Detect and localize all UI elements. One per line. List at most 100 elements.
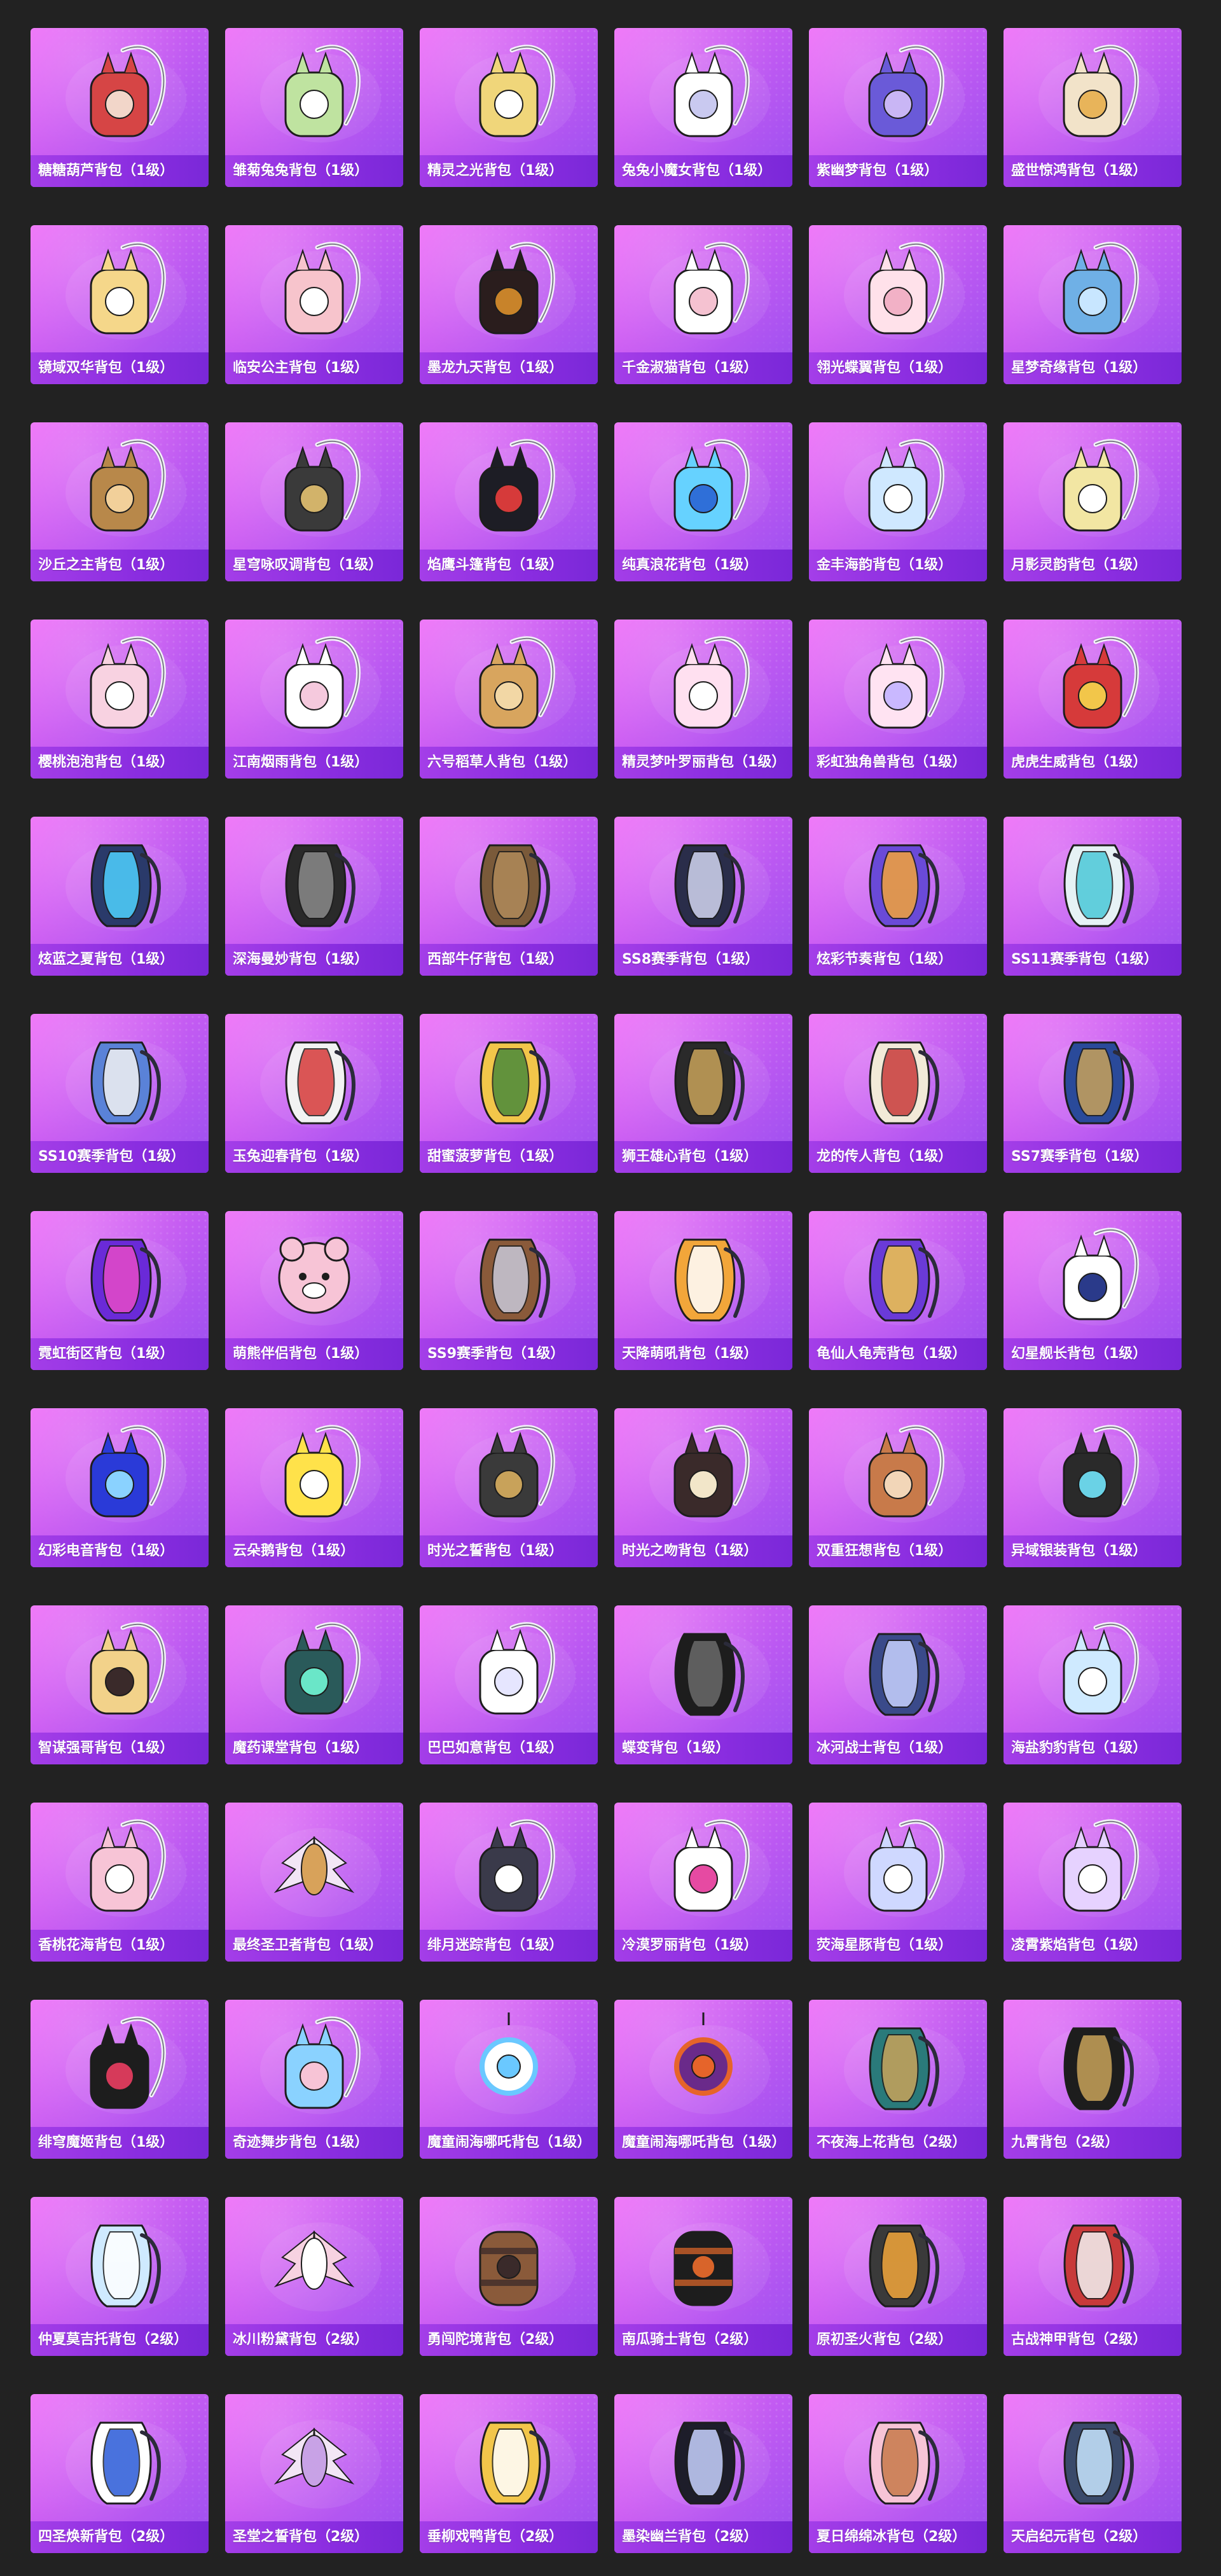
- backpack-card[interactable]: SS8赛季背包（1级）: [614, 817, 792, 976]
- backpack-card[interactable]: 深海曼妙背包（1级）: [225, 817, 403, 976]
- backpack-icon: [614, 28, 792, 155]
- backpack-card[interactable]: SS11赛季背包（1级）: [1004, 817, 1182, 976]
- backpack-icon: [420, 225, 598, 352]
- backpack-card[interactable]: 绯月迷踪背包（1级）: [420, 1803, 598, 1962]
- backpack-card[interactable]: 翎光蝶翼背包（1级）: [809, 225, 987, 384]
- backpack-card[interactable]: 六号稻草人背包（1级）: [420, 620, 598, 779]
- backpack-icon: [225, 2000, 403, 2127]
- backpack-card[interactable]: 圣堂之誓背包（2级）: [225, 2394, 403, 2553]
- backpack-card[interactable]: 狮王雄心背包（1级）: [614, 1014, 792, 1173]
- backpack-card[interactable]: 霓虹街区背包（1级）: [31, 1211, 209, 1370]
- backpack-card[interactable]: 萌熊伴侣背包（1级）: [225, 1211, 403, 1370]
- backpack-card[interactable]: 炫蓝之夏背包（1级）: [31, 817, 209, 976]
- backpack-card[interactable]: 彩虹独角兽背包（1级）: [809, 620, 987, 779]
- backpack-card[interactable]: 沙丘之主背包（1级）: [31, 422, 209, 581]
- backpack-card[interactable]: 金丰海韵背包（1级）: [809, 422, 987, 581]
- backpack-name: 沙丘之主背包（1级）: [38, 557, 174, 573]
- backpack-card[interactable]: 炫彩节奏背包（1级）: [809, 817, 987, 976]
- backpack-name: 金丰海韵背包（1级）: [817, 557, 953, 573]
- backpack-card[interactable]: 西部牛仔背包（1级）: [420, 817, 598, 976]
- backpack-card[interactable]: 时光之吻背包（1级）: [614, 1408, 792, 1567]
- backpack-card[interactable]: 蝶变背包（1级）: [614, 1605, 792, 1764]
- backpack-card[interactable]: 樱桃泡泡背包（1级）: [31, 620, 209, 779]
- backpack-card[interactable]: 糖糖葫芦背包（1级）: [31, 28, 209, 187]
- backpack-card[interactable]: 星穹咏叹调背包（1级）: [225, 422, 403, 581]
- backpack-card[interactable]: 奇迹舞步背包（1级）: [225, 2000, 403, 2159]
- backpack-card[interactable]: 云朵鹅背包（1级）: [225, 1408, 403, 1567]
- backpack-card[interactable]: 龟仙人龟壳背包（1级）: [809, 1211, 987, 1370]
- backpack-name: 绯穹魔姬背包（1级）: [38, 2135, 174, 2150]
- backpack-card[interactable]: 纯真浪花背包（1级）: [614, 422, 792, 581]
- backpack-icon: [809, 225, 987, 352]
- backpack-card[interactable]: 荧海星豚背包（1级）: [809, 1803, 987, 1962]
- backpack-card[interactable]: 四圣焕新背包（2级）: [31, 2394, 209, 2553]
- backpack-card[interactable]: 古战神甲背包（2级）: [1004, 2197, 1182, 2356]
- backpack-card[interactable]: 冰川粉黛背包（2级）: [225, 2197, 403, 2356]
- backpack-card[interactable]: 虎虎生威背包（1级）: [1004, 620, 1182, 779]
- backpack-thumbnail: [420, 28, 598, 155]
- backpack-card[interactable]: 精灵梦叶罗丽背包（1级）: [614, 620, 792, 779]
- backpack-icon: [420, 1211, 598, 1338]
- backpack-card[interactable]: 异域银装背包（1级）: [1004, 1408, 1182, 1567]
- backpack-card[interactable]: 不夜海上花背包（2级）: [809, 2000, 987, 2159]
- backpack-card[interactable]: SS9赛季背包（1级）: [420, 1211, 598, 1370]
- backpack-card[interactable]: 紫幽梦背包（1级）: [809, 28, 987, 187]
- backpack-card[interactable]: SS7赛季背包（1级）: [1004, 1014, 1182, 1173]
- backpack-name: 天启纪元背包（2级）: [1011, 2529, 1147, 2545]
- backpack-card[interactable]: 原初圣火背包（2级）: [809, 2197, 987, 2356]
- backpack-card[interactable]: 最终圣卫者背包（1级）: [225, 1803, 403, 1962]
- backpack-card[interactable]: 天降萌吼背包（1级）: [614, 1211, 792, 1370]
- backpack-card[interactable]: 江南烟雨背包（1级）: [225, 620, 403, 779]
- backpack-card[interactable]: 临安公主背包（1级）: [225, 225, 403, 384]
- backpack-card[interactable]: 盛世惊鸿背包（1级）: [1004, 28, 1182, 187]
- backpack-name: 古战神甲背包（2级）: [1011, 2332, 1147, 2348]
- backpack-card[interactable]: 海盐豹豹背包（1级）: [1004, 1605, 1182, 1764]
- backpack-name: 雏菊兔兔背包（1级）: [233, 163, 369, 179]
- backpack-card[interactable]: 龙的传人背包（1级）: [809, 1014, 987, 1173]
- backpack-card[interactable]: 雏菊兔兔背包（1级）: [225, 28, 403, 187]
- backpack-card[interactable]: 魔童闹海哪吒背包（1级）: [614, 2000, 792, 2159]
- backpack-card[interactable]: 南瓜骑士背包（2级）: [614, 2197, 792, 2356]
- backpack-card[interactable]: 夏日绵绵冰背包（2级）: [809, 2394, 987, 2553]
- backpack-card[interactable]: 凌霄紫焰背包（1级）: [1004, 1803, 1182, 1962]
- backpack-card[interactable]: 时光之誓背包（1级）: [420, 1408, 598, 1567]
- backpack-card[interactable]: 冷漠罗丽背包（1级）: [614, 1803, 792, 1962]
- backpack-card[interactable]: 幻星舰长背包（1级）: [1004, 1211, 1182, 1370]
- backpack-card[interactable]: 兔兔小魔女背包（1级）: [614, 28, 792, 187]
- backpack-thumbnail: [809, 1408, 987, 1535]
- backpack-icon: [420, 620, 598, 747]
- backpack-card[interactable]: 双重狂想背包（1级）: [809, 1408, 987, 1567]
- backpack-thumbnail: [614, 1605, 792, 1733]
- backpack-card[interactable]: 魔药课堂背包（1级）: [225, 1605, 403, 1764]
- backpack-card[interactable]: 精灵之光背包（1级）: [420, 28, 598, 187]
- backpack-card[interactable]: 墨龙九天背包（1级）: [420, 225, 598, 384]
- backpack-card[interactable]: 月影灵韵背包（1级）: [1004, 422, 1182, 581]
- backpack-card[interactable]: 巴巴如意背包（1级）: [420, 1605, 598, 1764]
- backpack-card[interactable]: 天启纪元背包（2级）: [1004, 2394, 1182, 2553]
- backpack-card[interactable]: 智谋强哥背包（1级）: [31, 1605, 209, 1764]
- backpack-card[interactable]: 镜域双华背包（1级）: [31, 225, 209, 384]
- backpack-card[interactable]: 千金淑猫背包（1级）: [614, 225, 792, 384]
- backpack-card[interactable]: 甜蜜菠萝背包（1级）: [420, 1014, 598, 1173]
- backpack-icon: [31, 1605, 209, 1733]
- backpack-card[interactable]: 焰鹰斗篷背包（1级）: [420, 422, 598, 581]
- backpack-icon: [420, 422, 598, 550]
- backpack-icon: [420, 2000, 598, 2127]
- backpack-name: 焰鹰斗篷背包（1级）: [427, 557, 563, 573]
- backpack-card[interactable]: SS10赛季背包（1级）: [31, 1014, 209, 1173]
- backpack-card[interactable]: 香桃花海背包（1级）: [31, 1803, 209, 1962]
- backpack-card[interactable]: 玉兔迎春背包（1级）: [225, 1014, 403, 1173]
- backpack-card[interactable]: 仲夏莫吉托背包（2级）: [31, 2197, 209, 2356]
- backpack-name: 墨染幽兰背包（2级）: [622, 2529, 758, 2545]
- backpack-card[interactable]: 星梦奇缘背包（1级）: [1004, 225, 1182, 384]
- backpack-card[interactable]: 九霄背包（2级）: [1004, 2000, 1182, 2159]
- backpack-card[interactable]: 魔童闹海哪吒背包（1级）: [420, 2000, 598, 2159]
- backpack-card[interactable]: 冰河战士背包（1级）: [809, 1605, 987, 1764]
- backpack-card[interactable]: 绯穹魔姬背包（1级）: [31, 2000, 209, 2159]
- backpack-thumbnail: [31, 225, 209, 352]
- backpack-card[interactable]: 勇闯陀境背包（2级）: [420, 2197, 598, 2356]
- backpack-card[interactable]: 墨染幽兰背包（2级）: [614, 2394, 792, 2553]
- backpack-card[interactable]: 幻彩电音背包（1级）: [31, 1408, 209, 1567]
- backpack-card[interactable]: 垂柳戏鸭背包（2级）: [420, 2394, 598, 2553]
- backpack-thumbnail: [809, 2000, 987, 2127]
